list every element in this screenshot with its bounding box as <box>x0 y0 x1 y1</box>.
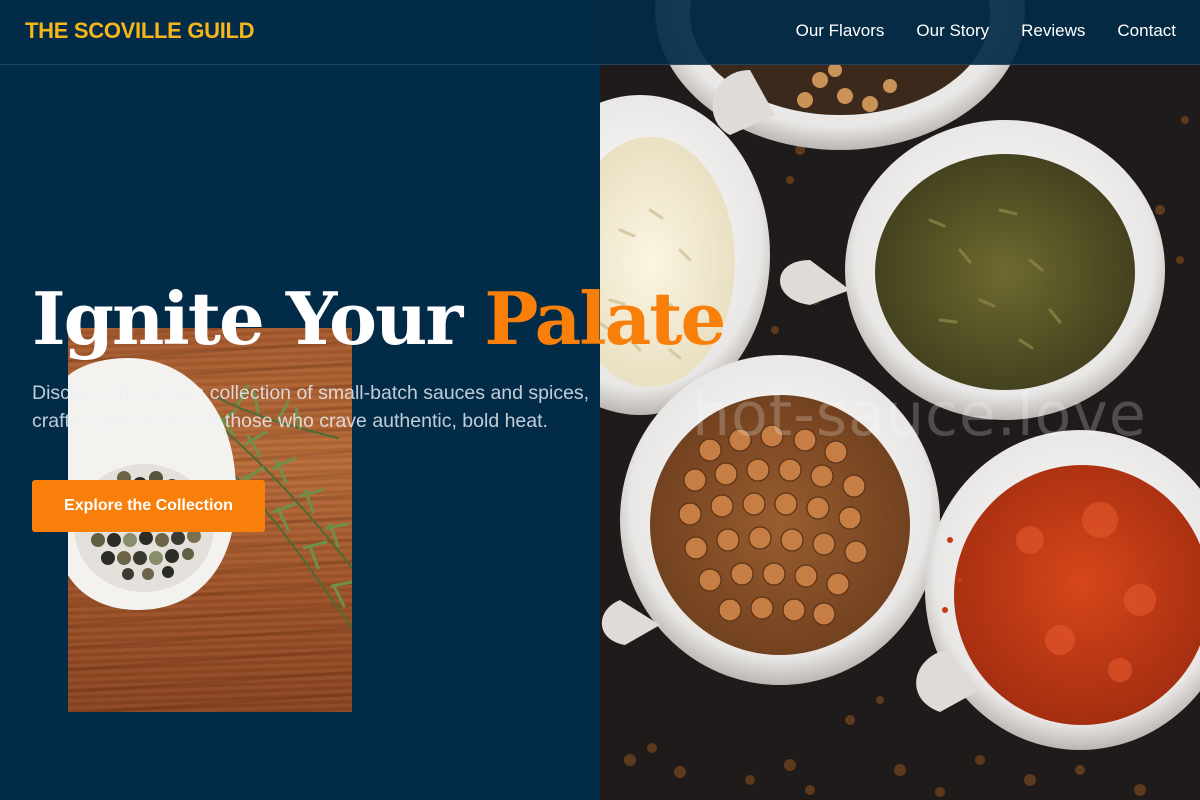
photo-watermark: hot-sauce.love <box>692 380 1147 450</box>
nav-link-our-flavors[interactable]: Our Flavors <box>796 21 885 41</box>
nav-link-contact[interactable]: Contact <box>1117 21 1176 41</box>
hero-title-accent: Palate <box>484 276 726 361</box>
nav-link-our-story[interactable]: Our Story <box>916 21 989 41</box>
nav-link-reviews[interactable]: Reviews <box>1021 21 1085 41</box>
site-header: THE SCOVILLE GUILD Our Flavors Our Story… <box>0 0 1200 65</box>
main-nav: Our Flavors Our Story Reviews Contact <box>796 21 1176 41</box>
spice-bowls-photo: hot-sauce.love <box>600 0 1200 800</box>
hero-title-main: Ignite Your <box>32 276 463 361</box>
site-logo[interactable]: THE SCOVILLE GUILD <box>25 18 255 44</box>
explore-collection-button[interactable]: Explore the Collection <box>32 480 265 532</box>
hero-subtitle: Discover the artisan collection of small… <box>32 382 590 432</box>
hero-title: Ignite Your Palate <box>32 276 726 361</box>
